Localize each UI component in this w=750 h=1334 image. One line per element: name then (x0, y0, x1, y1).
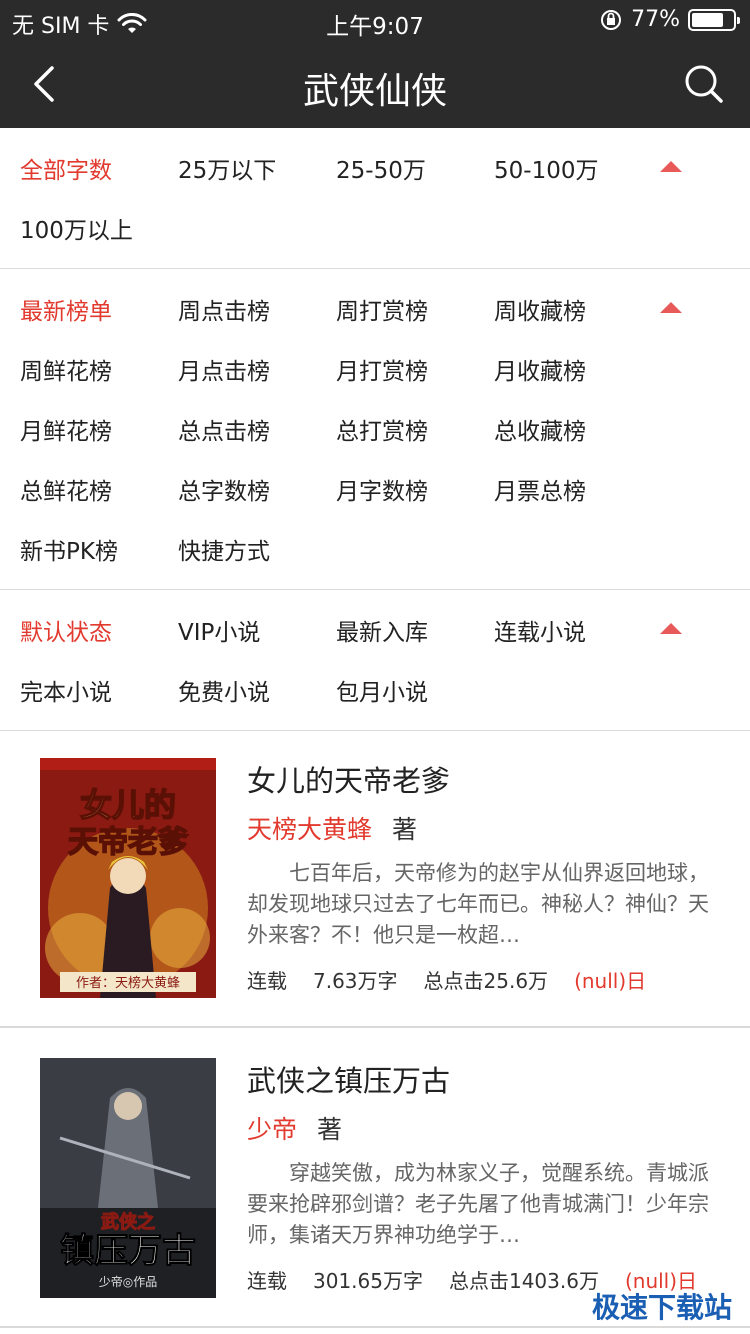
filter-option[interactable]: 周点击榜 (158, 292, 316, 326)
filter-option[interactable]: 50-100万 (474, 151, 632, 185)
battery-percent: 77% (631, 7, 680, 32)
filter-row: 完本小说 免费小说 包月小说 (0, 660, 750, 720)
filter-option[interactable]: 月票总榜 (474, 472, 632, 506)
filter-group-ranking: 最新榜单 周点击榜 周打赏榜 周收藏榜 周鲜花榜 月点击榜 月打赏榜 月收藏榜 … (0, 269, 750, 590)
filter-option[interactable]: 最新榜单 (0, 292, 158, 326)
filter-panel: 全部字数 25万以下 25-50万 50-100万 100万以上 最新榜单 周点… (0, 128, 750, 731)
author-name[interactable]: 少帝 (247, 1110, 297, 1146)
filter-row: 默认状态 VIP小说 最新入库 连载小说 (0, 600, 750, 660)
filter-option[interactable]: 月收藏榜 (474, 352, 632, 386)
filter-option[interactable]: 全部字数 (0, 151, 158, 185)
filter-option[interactable]: 最新入库 (316, 613, 474, 647)
collapse-caret-icon[interactable] (660, 161, 682, 172)
cover-title-line1: 女儿的 (80, 786, 176, 824)
filter-option[interactable]: 总鲜花榜 (0, 472, 158, 506)
filter-group-word-count: 全部字数 25万以下 25-50万 50-100万 100万以上 (0, 128, 750, 269)
cover-title-line1: 武侠之 (101, 1211, 155, 1233)
book-intro: 七百年后，天帝修为的赵宇从仙界返回地球，却发现地球只过去了七年而已。神秘人？神仙… (247, 861, 709, 947)
filter-row: 全部字数 25万以下 25-50万 50-100万 (0, 138, 750, 198)
battery-fill (692, 12, 723, 27)
filter-row: 周鲜花榜 月点击榜 月打赏榜 月收藏榜 (0, 339, 750, 399)
filter-group-status: 默认状态 VIP小说 最新入库 连载小说 完本小说 免费小说 包月小说 (0, 590, 750, 731)
filter-row: 新书PK榜 快捷方式 (0, 519, 750, 579)
book-intro: 穿越笑傲，成为林家义子，觉醒系统。青城派要来抢辟邪剑谱？老子先屠了他青城满门！少… (247, 1161, 709, 1247)
book-clicks: 总点击25.6万 (423, 969, 549, 993)
filter-option[interactable]: 月点击榜 (158, 352, 316, 386)
collapse-caret-icon[interactable] (660, 623, 682, 634)
book-info: 武侠之镇压万古 少帝 著 穿越笑傲，成为林家义子，觉醒系统。青城派要来抢辟邪剑谱… (247, 1058, 717, 1294)
book-cover[interactable]: 武侠之 镇压万古 少帝◎作品 (40, 1058, 216, 1298)
filter-option[interactable]: 完本小说 (0, 673, 158, 707)
filter-option[interactable]: 月字数榜 (316, 472, 474, 506)
orientation-lock-icon (601, 9, 622, 30)
filter-row: 月鲜花榜 总点击榜 总打赏榜 总收藏榜 (0, 399, 750, 459)
book-item[interactable]: 武侠之 镇压万古 少帝◎作品 武侠之镇压万古 少帝 著 穿越笑傲，成为林家义子，… (0, 1028, 750, 1328)
filter-option[interactable]: 包月小说 (316, 673, 474, 707)
top-bar: 无 SIM 卡 上午9:07 77% 武侠仙侠 (0, 0, 750, 128)
filter-option[interactable]: VIP小说 (158, 613, 316, 647)
book-meta: 连载 7.63万字 总点击25.6万 (null)日 (247, 965, 717, 994)
filter-option[interactable]: 月打赏榜 (316, 352, 474, 386)
filter-option[interactable]: 周收藏榜 (474, 292, 632, 326)
book-list: 女儿的 天帝老爹 作者：天榜大黄蜂 女儿的天帝老爹 天榜大黄蜂 著 七百年后，天… (0, 728, 750, 1328)
book-author-line: 天榜大黄蜂 著 (247, 810, 717, 846)
book-title[interactable]: 女儿的天帝老爹 (247, 758, 717, 802)
filter-option[interactable]: 25-50万 (316, 151, 474, 185)
book-words: 7.63万字 (313, 969, 398, 993)
cover-title-line2: 镇压万古 (60, 1231, 196, 1271)
filter-row: 100万以上 (0, 198, 750, 258)
book-date: (null)日 (574, 969, 647, 993)
filter-option[interactable]: 100万以上 (0, 211, 158, 245)
collapse-caret-icon[interactable] (660, 302, 682, 313)
book-status: 连载 (247, 1269, 287, 1293)
search-icon[interactable] (682, 62, 726, 106)
filter-option[interactable]: 总打赏榜 (316, 412, 474, 446)
filter-option[interactable]: 连载小说 (474, 613, 632, 647)
watermark: 极速下载站 (591, 1291, 732, 1324)
author-suffix: 著 (317, 1115, 343, 1144)
filter-option[interactable]: 快捷方式 (158, 532, 316, 566)
filter-option[interactable]: 总点击榜 (158, 412, 316, 446)
cover-title-line2: 天帝老爹 (68, 825, 188, 860)
book-words: 301.65万字 (313, 1269, 423, 1293)
status-right: 77% (599, 7, 740, 32)
book-title[interactable]: 武侠之镇压万古 (247, 1058, 717, 1102)
book-clicks: 总点击1403.6万 (448, 1269, 599, 1293)
filter-option[interactable]: 免费小说 (158, 673, 316, 707)
filter-option[interactable]: 月鲜花榜 (0, 412, 158, 446)
cover-author: 作者：天榜大黄蜂 (76, 975, 180, 991)
book-cover[interactable]: 女儿的 天帝老爹 作者：天榜大黄蜂 (40, 758, 216, 998)
page-title: 武侠仙侠 (302, 71, 447, 112)
author-name[interactable]: 天榜大黄蜂 (247, 810, 372, 846)
filter-option[interactable]: 新书PK榜 (0, 532, 158, 566)
book-status: 连载 (247, 969, 287, 993)
filter-option[interactable]: 总收藏榜 (474, 412, 632, 446)
cover-author: 少帝◎作品 (99, 1274, 157, 1289)
book-item[interactable]: 女儿的 天帝老爹 作者：天榜大黄蜂 女儿的天帝老爹 天榜大黄蜂 著 七百年后，天… (0, 728, 750, 1028)
author-suffix: 著 (392, 815, 418, 844)
filter-option[interactable]: 默认状态 (0, 613, 158, 647)
book-info: 女儿的天帝老爹 天榜大黄蜂 著 七百年后，天帝修为的赵宇从仙界返回地球，却发现地… (247, 758, 717, 994)
book-author-line: 少帝 著 (247, 1110, 717, 1146)
filter-row: 最新榜单 周点击榜 周打赏榜 周收藏榜 (0, 279, 750, 339)
filter-option[interactable]: 25万以下 (158, 151, 316, 185)
battery-icon (688, 8, 740, 31)
filter-row: 总鲜花榜 总字数榜 月字数榜 月票总榜 (0, 459, 750, 519)
filter-option[interactable]: 周打赏榜 (316, 292, 474, 326)
status-bar: 无 SIM 卡 上午9:07 77% (0, 0, 750, 40)
filter-option[interactable]: 周鲜花榜 (0, 352, 158, 386)
filter-option[interactable]: 总字数榜 (158, 472, 316, 506)
nav-bar: 武侠仙侠 (0, 40, 750, 128)
